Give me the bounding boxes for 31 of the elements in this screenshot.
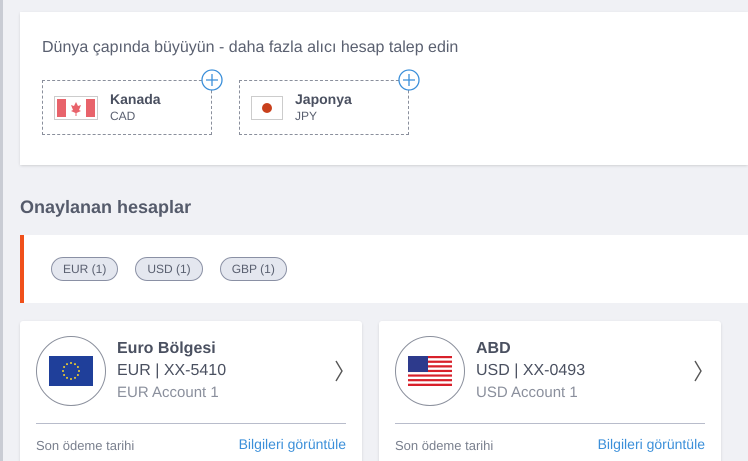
currency-filter-chip[interactable]: USD (1) [135,257,203,281]
due-date-label: Son ödeme tarihi [36,436,134,454]
section-title: Onaylanan hesaplar [20,196,192,219]
currency-option[interactable]: Kanada CAD [42,80,212,135]
chevron-right-icon[interactable] [334,360,344,382]
chevron-right-icon[interactable] [693,360,703,382]
promo-heading: Dünya çapında büyüyün - daha fazla alıcı hesap talep edin [42,38,460,58]
add-icon[interactable] [398,69,420,91]
account-number: EUR | XX-5410 [117,361,226,381]
currency-code: CAD [110,108,136,124]
account-card[interactable]: ABD USD | XX-0493 USD Account 1 Son ödeme tarihi Bilgileri görüntüle [379,321,721,461]
country-name: Japonya [295,91,352,109]
account-region: Euro Bölgesi [117,339,217,359]
account-number: USD | XX-0493 [476,361,586,381]
view-details-link[interactable]: Bilgileri görüntüle [598,434,705,455]
view-details-link[interactable]: Bilgileri görüntüle [238,434,346,455]
due-date-label: Son ödeme tarihi [395,436,494,454]
us-flag-icon [408,356,452,386]
canada-flag-icon [54,96,98,120]
currency-code: JPY [295,108,318,124]
account-nickname: EUR Account 1 [117,383,220,403]
currency-filter-chip[interactable]: EUR (1) [51,257,118,281]
japan-flag-icon [251,96,283,120]
account-nickname: USD Account 1 [476,383,579,403]
account-region: ABD [476,339,512,359]
currency-filter-chip[interactable]: GBP (1) [220,257,287,281]
country-name: Kanada [110,91,161,109]
account-card[interactable]: Euro Bölgesi EUR | XX-5410 EUR Account 1 Son ödeme tarihi Bilgileri görüntüle [20,321,362,461]
eu-flag-icon [49,356,93,386]
currency-option[interactable]: Japonya JPY [239,80,409,135]
add-icon[interactable] [201,69,223,91]
